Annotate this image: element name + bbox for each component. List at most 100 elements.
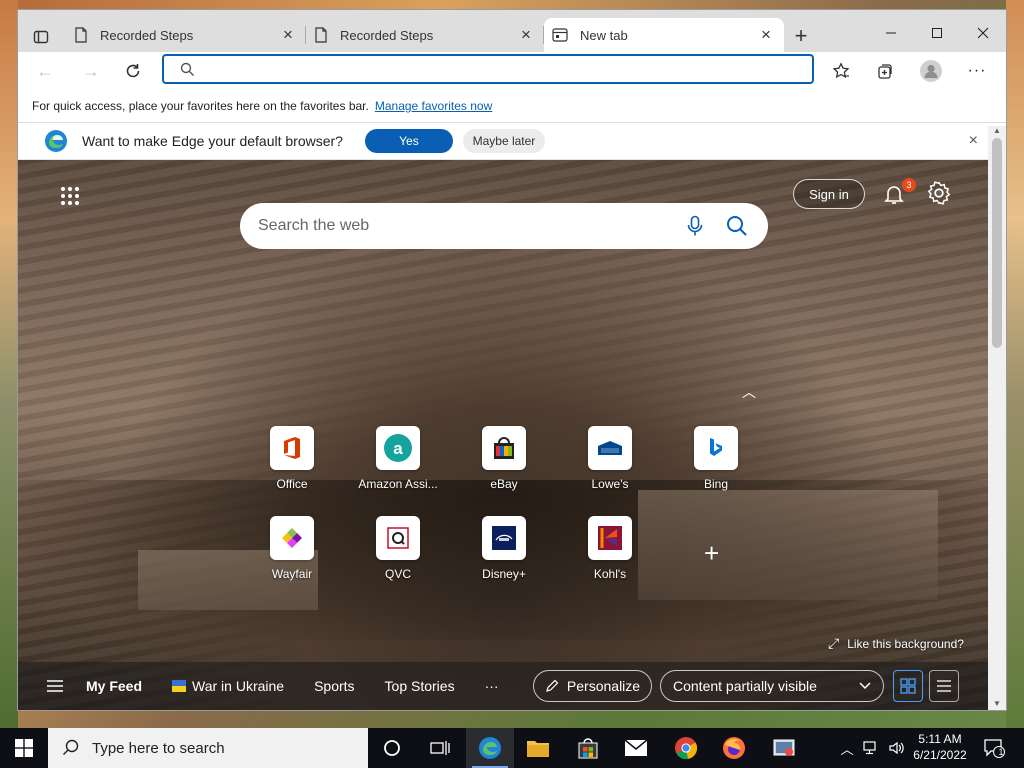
add-quick-link-plus-icon[interactable]: +	[704, 540, 719, 566]
tab-recorded-steps-2[interactable]: Recorded Steps ×	[306, 18, 544, 52]
steps-recorder-icon	[773, 739, 795, 756]
infobar-close-icon[interactable]: ×	[969, 132, 978, 150]
desktop-wallpaper-right	[1006, 0, 1024, 728]
taskbar-chrome[interactable]	[662, 728, 710, 768]
quick-link-qvc[interactable]: QVC	[348, 516, 448, 581]
list-icon	[937, 680, 951, 692]
maybe-later-button[interactable]: Maybe later	[462, 129, 545, 153]
notification-count: 1	[998, 747, 1004, 757]
tab-close-icon[interactable]: ×	[516, 25, 536, 45]
scrollbar-thumb[interactable]	[992, 138, 1002, 348]
quick-link-label: Lowe's	[591, 477, 629, 491]
taskbar-search-input[interactable]	[90, 738, 293, 758]
address-bar[interactable]	[162, 54, 814, 84]
taskbar-mail[interactable]	[612, 728, 660, 768]
scroll-down-arrow-icon[interactable]: ▼	[993, 699, 1001, 708]
app-launcher-grid-icon[interactable]	[58, 184, 82, 208]
quick-link-wayfair[interactable]: Wayfair	[242, 516, 342, 581]
quick-link-bing[interactable]: Bing	[666, 426, 766, 491]
mail-envelope-icon	[624, 739, 648, 756]
gear-icon[interactable]	[926, 180, 952, 206]
scroll-up-arrow-icon[interactable]: ▲	[993, 126, 1001, 135]
taskbar-firefox[interactable]	[710, 728, 758, 768]
notification-badge: 3	[902, 178, 916, 192]
list-layout-button[interactable]	[929, 670, 959, 702]
add-favorite-button[interactable]	[826, 56, 856, 86]
tab-close-icon[interactable]: ×	[278, 25, 298, 45]
maximize-icon	[932, 28, 942, 38]
taskbar-clock[interactable]: 5:11 AM 6/21/2022	[910, 731, 970, 763]
new-tab-page: Sign in 3 ︿ Office a Amazon Assi...	[18, 160, 988, 710]
refresh-button[interactable]	[118, 56, 148, 86]
close-window-button[interactable]	[960, 18, 1006, 48]
start-button[interactable]	[0, 728, 48, 768]
tab-new-tab[interactable]: New tab ×	[544, 18, 784, 52]
favorites-bar: For quick access, place your favorites h…	[18, 90, 1006, 123]
feed-tab-top-stories[interactable]: Top Stories	[385, 678, 455, 694]
forward-button[interactable]: →	[76, 56, 106, 86]
taskbar-file-explorer[interactable]	[514, 728, 562, 768]
tab-close-icon[interactable]: ×	[756, 25, 776, 45]
quick-link-label: Office	[276, 477, 308, 491]
feed-more-button[interactable]: ···	[485, 678, 499, 694]
taskbar-edge[interactable]	[466, 728, 514, 768]
quick-link-kohls[interactable]: Kohl's	[560, 516, 660, 581]
settings-and-more-button[interactable]: ···	[962, 56, 992, 86]
new-tab-plus-icon[interactable]: +	[788, 24, 814, 50]
voice-search-button[interactable]	[680, 211, 710, 241]
sign-in-button[interactable]: Sign in	[793, 179, 865, 209]
quick-link-label: Disney+	[482, 567, 526, 581]
collections-button[interactable]	[870, 56, 900, 86]
action-center-button[interactable]: 1	[980, 734, 1008, 762]
grid-layout-button[interactable]	[893, 670, 923, 702]
personalize-label: Personalize	[566, 678, 641, 694]
web-search-input[interactable]	[256, 216, 680, 236]
tab-actions-button[interactable]	[26, 24, 56, 50]
yes-button[interactable]: Yes	[364, 129, 453, 153]
cortana-button[interactable]	[368, 728, 416, 768]
search-submit-button[interactable]	[722, 211, 752, 241]
quick-link-label: Kohl's	[593, 567, 627, 581]
address-input[interactable]	[195, 56, 812, 82]
page-scrollbar[interactable]: ▲ ▼	[988, 126, 1006, 710]
navigation-toolbar: ← → ···	[18, 52, 1006, 90]
web-search-box[interactable]	[240, 203, 768, 249]
tab-recorded-steps-1[interactable]: Recorded Steps ×	[66, 18, 306, 52]
hamburger-menu-icon[interactable]	[46, 679, 64, 693]
quick-link-label: Bing	[703, 477, 729, 491]
svg-text:a: a	[393, 439, 403, 458]
feed-tab-my-feed[interactable]: My Feed	[86, 678, 142, 694]
like-background-link[interactable]: ⤢ Like this background?	[828, 635, 964, 652]
content-visibility-dropdown[interactable]: Content partially visible	[660, 670, 884, 702]
personalize-button[interactable]: Personalize	[533, 670, 652, 702]
grid-icon	[900, 678, 916, 694]
task-view-button[interactable]	[416, 728, 464, 768]
quick-link-disney-plus[interactable]: Disney+	[454, 516, 554, 581]
system-tray: ︿	[836, 728, 906, 768]
volume-icon[interactable]	[888, 740, 906, 756]
taskbar-steps-recorder[interactable]	[760, 728, 808, 768]
refresh-icon	[126, 64, 140, 78]
manage-favorites-link[interactable]: Manage favorites now	[375, 99, 492, 113]
taskbar-search-box[interactable]	[48, 728, 368, 768]
more-horizontal-icon: ···	[967, 62, 987, 79]
show-hidden-icons-chevron-icon[interactable]: ︿	[836, 739, 858, 758]
firefox-logo-icon	[723, 737, 745, 759]
default-browser-question: Want to make Edge your default browser?	[82, 133, 343, 149]
document-icon	[315, 27, 327, 43]
collapse-chevron-up-icon[interactable]: ︿	[742, 382, 756, 402]
network-icon[interactable]	[862, 740, 880, 756]
maximize-button[interactable]	[914, 18, 960, 48]
taskbar-microsoft-store[interactable]	[564, 728, 612, 768]
minimize-button[interactable]	[868, 18, 914, 48]
quick-link-lowes[interactable]: Lowe's	[560, 426, 660, 491]
feed-tab-sports[interactable]: Sports	[314, 678, 354, 694]
quick-link-ebay[interactable]: eBay	[454, 426, 554, 491]
quick-link-label: eBay	[490, 477, 518, 491]
feed-tab-war-in-ukraine[interactable]: War in Ukraine	[172, 678, 284, 694]
quick-link-office[interactable]: Office	[242, 426, 342, 491]
back-button[interactable]: ←	[30, 56, 60, 86]
profile-button[interactable]	[916, 56, 946, 86]
star-favorites-icon	[832, 62, 850, 79]
quick-link-amazon-assistant[interactable]: a Amazon Assi...	[348, 426, 448, 491]
